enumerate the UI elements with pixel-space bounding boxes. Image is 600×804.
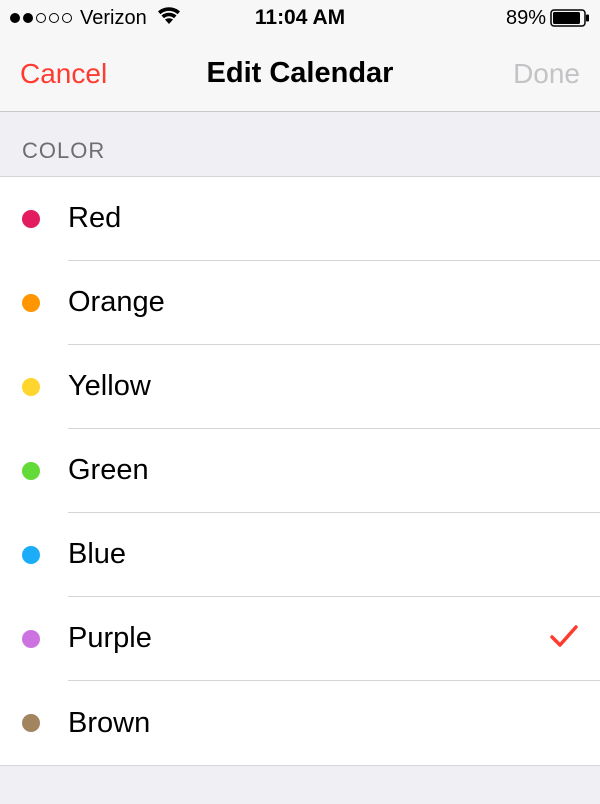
carrier-label: Verizon: [80, 7, 147, 30]
color-option-orange[interactable]: Orange: [0, 261, 600, 345]
color-label: Green: [68, 454, 149, 487]
color-swatch-icon: [22, 210, 40, 228]
color-list: Red Orange Yellow Green Blue Purple: [0, 176, 600, 766]
color-swatch-icon: [22, 294, 40, 312]
color-option-green[interactable]: Green: [0, 429, 600, 513]
wifi-icon: [157, 6, 181, 30]
signal-strength-icon: [10, 13, 72, 23]
status-time: 11:04 AM: [255, 6, 345, 30]
status-left: Verizon: [10, 6, 181, 30]
done-button[interactable]: Done: [513, 58, 580, 90]
color-label: Purple: [68, 622, 152, 655]
color-swatch-icon: [22, 462, 40, 480]
color-option-red[interactable]: Red: [0, 177, 600, 261]
color-label: Yellow: [68, 370, 151, 403]
color-label: Brown: [68, 707, 150, 740]
cancel-button[interactable]: Cancel: [20, 58, 107, 90]
battery-icon: [550, 9, 590, 27]
color-swatch-icon: [22, 378, 40, 396]
color-label: Blue: [68, 538, 126, 571]
color-label: Red: [68, 202, 121, 235]
page-title: Edit Calendar: [207, 57, 394, 90]
checkmark-icon: [550, 625, 578, 652]
color-option-purple[interactable]: Purple: [0, 597, 600, 681]
color-option-brown[interactable]: Brown: [0, 681, 600, 765]
status-bar: Verizon 11:04 AM 89%: [0, 0, 600, 36]
color-swatch-icon: [22, 714, 40, 732]
color-swatch-icon: [22, 630, 40, 648]
color-swatch-icon: [22, 546, 40, 564]
color-option-blue[interactable]: Blue: [0, 513, 600, 597]
status-right: 89%: [506, 7, 590, 30]
nav-bar: Cancel Edit Calendar Done: [0, 36, 600, 112]
battery-percentage: 89%: [506, 7, 546, 30]
color-option-yellow[interactable]: Yellow: [0, 345, 600, 429]
color-label: Orange: [68, 286, 165, 319]
section-header-color: COLOR: [0, 112, 600, 176]
